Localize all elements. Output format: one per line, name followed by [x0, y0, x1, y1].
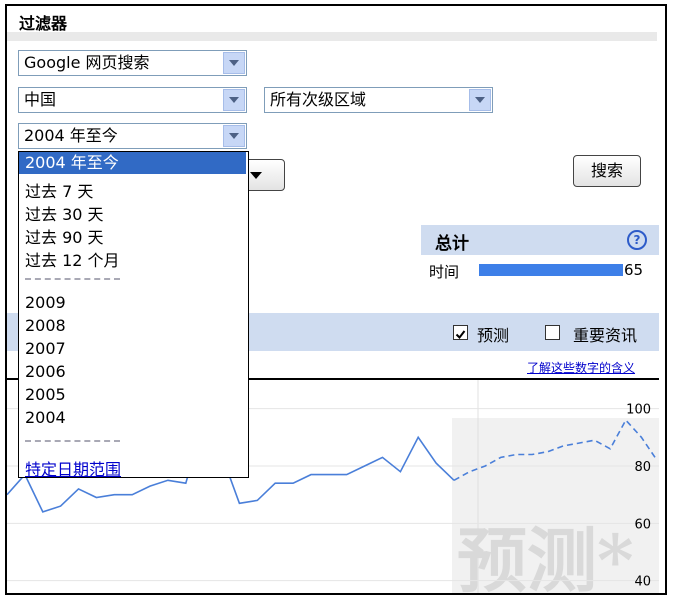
time-range-value: 2004 年至今: [24, 126, 118, 145]
time-option[interactable]: 过去 90 天: [25, 224, 104, 248]
forecast-checkbox[interactable]: [453, 325, 468, 340]
y-tick-label: 60: [634, 517, 651, 532]
summary-title: 总计: [435, 234, 469, 254]
year-option[interactable]: 2006: [25, 362, 66, 381]
filter-title: 过滤器: [19, 14, 68, 33]
caret-down-icon: [250, 172, 262, 179]
search-button[interactable]: 搜索: [573, 155, 641, 187]
time-option[interactable]: 过去 30 天: [25, 201, 104, 225]
chevron-down-icon[interactable]: [469, 89, 491, 111]
time-option[interactable]: 过去 7 天: [25, 178, 93, 202]
year-option[interactable]: 2007: [25, 339, 66, 358]
title-divider: [7, 32, 657, 41]
y-tick-label: 80: [634, 460, 651, 475]
summary-header: 总计 ?: [421, 225, 659, 255]
subregion-select[interactable]: 所有次级区域: [264, 87, 493, 113]
chevron-down-icon[interactable]: [223, 125, 245, 147]
y-tick-label: 100: [626, 403, 651, 418]
chevron-down-icon[interactable]: [223, 89, 245, 111]
year-option[interactable]: 2009: [25, 293, 66, 312]
term-bar: [479, 264, 623, 276]
chevron-down-icon[interactable]: [223, 52, 245, 74]
forecast-watermark: 预测*: [457, 519, 634, 595]
region-value: 中国: [24, 90, 57, 109]
year-option[interactable]: 2008: [25, 316, 66, 335]
help-icon[interactable]: ?: [627, 230, 647, 250]
search-type-value: Google 网页搜索: [24, 53, 150, 72]
y-tick-label: 40: [634, 575, 651, 590]
term-value: 65: [624, 261, 644, 279]
year-option[interactable]: 2005: [25, 385, 66, 404]
check-icon: [455, 330, 466, 340]
explain-link[interactable]: 了解这些数字的含义: [527, 359, 635, 376]
subregion-value: 所有次级区域: [270, 90, 367, 109]
custom-range-link[interactable]: 特定日期范围: [25, 456, 121, 480]
search-type-select[interactable]: Google 网页搜索: [18, 50, 247, 76]
time-range-dropdown: 2004 年至今 过去 7 天 过去 30 天 过去 90 天 过去 12 个月…: [18, 151, 249, 480]
forecast-label: 预测: [477, 326, 510, 345]
option-separator: [25, 278, 120, 280]
term-label: 时间: [429, 263, 460, 281]
time-range-select[interactable]: 2004 年至今: [18, 123, 247, 149]
news-checkbox[interactable]: [545, 325, 560, 340]
time-option-selected[interactable]: 2004 年至今: [19, 152, 246, 174]
region-select[interactable]: 中国: [18, 87, 247, 113]
year-option[interactable]: 2004: [25, 408, 66, 427]
news-label: 重要资讯: [573, 326, 638, 345]
time-option[interactable]: 过去 12 个月: [25, 247, 120, 271]
option-separator: [25, 440, 120, 442]
trends-panel: 过滤器 Google 网页搜索 中国 所有次级区域 2004 年至今 搜索 总计…: [5, 4, 667, 595]
